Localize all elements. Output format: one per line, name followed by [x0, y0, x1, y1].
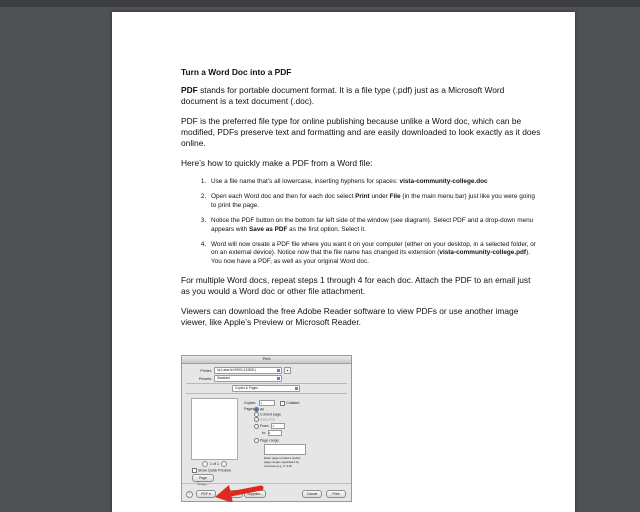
section-row: Copies & Pages — [232, 385, 300, 392]
divider — [186, 393, 347, 394]
step-3: Notice the PDF button on the bottom far … — [208, 217, 541, 234]
pages-selection-option[interactable]: Selection — [254, 417, 275, 422]
pages-to-row: to: 1 — [262, 430, 282, 436]
to-field[interactable]: 1 — [268, 430, 282, 436]
steps-list: Use a file name that’s all lowercase, in… — [181, 178, 541, 266]
step-4: Word will now create a PDF file where yo… — [208, 241, 541, 266]
page-range-field[interactable] — [264, 444, 306, 455]
presets-select[interactable]: Standard — [214, 375, 282, 382]
filename-pdf: vista-community-college.pdf — [439, 249, 527, 257]
page-counter: 1 of 1 — [210, 462, 219, 466]
paragraph-viewers: Viewers can download the free Adobe Read… — [181, 306, 519, 328]
pdf-term: PDF — [181, 85, 198, 95]
red-arrow-annotation — [215, 485, 264, 502]
step-1: Use a file name that’s all lowercase, in… — [208, 178, 541, 186]
document-page: Turn a Word Doc into a PDF PDF stands fo… — [112, 12, 575, 512]
presets-row: Presets: Standard — [188, 375, 282, 382]
page-range-option[interactable]: Page range: — [254, 438, 280, 443]
next-page-button[interactable] — [221, 461, 227, 467]
paragraph-text: stands for portable document format. It … — [181, 85, 505, 106]
cancel-button[interactable]: Cancel — [302, 490, 322, 498]
printer-select[interactable]: hp LaserJet 9050 (143D81) — [214, 367, 282, 374]
paragraph-multiple-docs: For multiple Word docs, repeat steps 1 t… — [181, 275, 531, 297]
preview-pager: 1 of 1 — [202, 461, 227, 467]
filename-doc: vista-community-college.doc — [399, 178, 488, 185]
document-content: Turn a Word Doc into a PDF PDF stands fo… — [181, 67, 541, 337]
document-title: Turn a Word Doc into a PDF — [181, 67, 292, 77]
quick-preview-checkbox[interactable] — [192, 468, 197, 473]
print-button[interactable]: Print — [326, 490, 346, 498]
paragraph-pdf-definition: PDF stands for portable document format.… — [181, 85, 541, 107]
step-2: Open each Word doc and then for each doc… — [208, 193, 541, 210]
copies-row: Copies: 1 Collated — [244, 400, 300, 406]
help-icon[interactable]: ? — [186, 491, 193, 498]
viewer-toolbar — [0, 0, 640, 7]
from-field[interactable]: 1 — [271, 423, 286, 429]
page-preview — [191, 398, 238, 460]
previous-page-button[interactable] — [202, 461, 208, 467]
page-range-hint: Enter page numbers and/or page ranges se… — [264, 456, 301, 468]
pages-from-option[interactable]: From: 1 — [254, 423, 286, 429]
paragraph-why-pdf: PDF is the preferred file type for onlin… — [181, 116, 541, 148]
section-select[interactable]: Copies & Pages — [232, 385, 300, 392]
printer-info-button[interactable]: ▴ — [284, 367, 291, 374]
arrow-head — [215, 485, 233, 502]
copies-field[interactable]: 1 — [259, 400, 276, 406]
print-dialog-title: Print — [182, 356, 351, 364]
printer-row: Printer: hp LaserJet 9050 (143D81) ▴ — [188, 367, 291, 374]
collated-checkbox[interactable] — [280, 400, 286, 406]
divider — [186, 383, 347, 384]
paragraph-howto-intro: Here’s how to quickly make a PDF from a … — [181, 158, 373, 168]
